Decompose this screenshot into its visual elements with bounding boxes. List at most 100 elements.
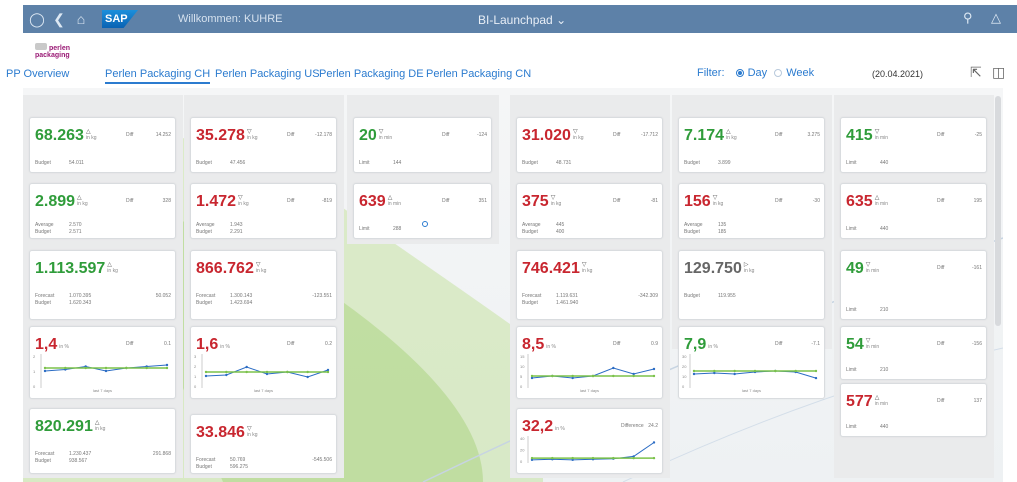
home-icon[interactable]: ⌂ [70, 9, 92, 29]
tab-perlen-packaging-de[interactable]: Perlen Packaging DE [319, 68, 424, 80]
kpi-value-text: 35.278 [196, 127, 245, 144]
kpi-tile[interactable]: 68.263 △ in kg Diff 14.252 Budget 54.011 [29, 117, 176, 173]
kpi-unit: in % [220, 338, 230, 350]
unit-label: in min [874, 401, 889, 407]
diff-value: -12.178 [315, 132, 332, 138]
kpi-value: 156 ▽ in kg [684, 193, 723, 211]
kpi-unit: ▽ in kg [247, 426, 258, 438]
kpi-tile[interactable]: 7,9 in % Diff -7.1 30 20 10 0 last 7 days [678, 326, 825, 399]
kpi-tile[interactable]: 746.421 ▽ in kg Forecast 1.119.631 Budget 1.46… [516, 250, 663, 320]
kpi-tile[interactable]: 49 ▽ in min Diff -161 Limit 210 [840, 250, 987, 320]
kpi-tile[interactable]: 1.113.597 △ in kg Forecast 1.070.395 Budget 1.… [29, 250, 176, 320]
kpi-tile[interactable]: 7.174 △ in kg Diff 3.275 Budget 3.899 [678, 117, 825, 173]
kpi-unit: ▽ in min [866, 262, 879, 274]
trend-chart: 2 1 0 last 7 days [33, 354, 172, 393]
budget-row: Budget 47.456 [196, 160, 245, 166]
kpi-tile[interactable]: 35.278 ▽ in kg Diff -12.178 Budget 47.456 [190, 117, 337, 173]
data-point [165, 363, 169, 367]
row-label: Budget [522, 160, 538, 166]
diff-label: Diff [287, 341, 295, 347]
kpi-tile[interactable]: 1,4 in % Diff 0.1 2 1 0 last 7 days [29, 326, 176, 399]
kpi-tile[interactable]: 1.472 ▽ in kg Diff -819 Average 1.943 Budget 2.2… [190, 183, 337, 239]
kpi-tile[interactable]: 32,2 in % Difference 24.2 40 20 0 [516, 408, 663, 474]
x-axis-label: last 7 days [741, 388, 762, 393]
diff-label: Diff [613, 132, 621, 138]
kpi-unit: in % [555, 420, 565, 432]
tab-perlen-packaging-ch[interactable]: Perlen Packaging CH [105, 68, 211, 84]
kpi-tile[interactable]: 639 △ in min Diff 351 Limit 288 [353, 183, 492, 239]
line-chart: 151050 [520, 354, 656, 389]
tab-perlen-packaging-us[interactable]: Perlen Packaging US [215, 68, 320, 80]
kpi-tile[interactable]: 1,6 in % Diff 0.2 3 2 1 0 last 7 days [190, 326, 337, 399]
kpi-tile[interactable]: 54 ▽ in min Diff -156 Limit 210 [840, 326, 987, 380]
row-value: 2.570 [69, 222, 82, 228]
row-label: Limit [846, 424, 857, 430]
row-label: Limit [846, 307, 857, 313]
day-label[interactable]: Day [748, 67, 768, 79]
week-label[interactable]: Week [786, 67, 814, 79]
kpi-unit: △ in min [875, 395, 888, 407]
search-icon[interactable]: ⚲ [963, 10, 973, 26]
kpi-unit: ▽ in kg [238, 195, 249, 207]
sap-logo: SAP [102, 10, 138, 28]
kpi-unit: ▽ in min [379, 129, 392, 141]
kpi-value-text: 129.750 [684, 260, 742, 277]
kpi-tile[interactable]: 375 ▽ in kg Diff -81 Average 445 Budget 400 [516, 183, 663, 239]
row-label: Average [35, 222, 54, 228]
data-point [774, 369, 777, 373]
kpi-tile[interactable]: 2.899 △ in kg Diff 328 Average 2.570 Budget 2.57… [29, 183, 176, 239]
kpi-tile[interactable]: 8,5 in % Diff 0.9 15 10 5 0 last 7 days [516, 326, 663, 399]
data-point [245, 370, 248, 374]
kpi-unit: ▽ in kg [582, 262, 593, 274]
kpi-value: 820.291 △ in kg [35, 418, 105, 436]
budget-row: Budget 185 [684, 229, 726, 235]
row-value: 1.119.631 [556, 293, 578, 299]
kpi-value-text: 33.846 [196, 424, 245, 441]
kpi-tile[interactable]: 820.291 △ in kg Forecast 1.230.437 Budget 938.… [29, 408, 176, 474]
scrollbar[interactable] [995, 96, 1001, 326]
diff-value: -819 [321, 198, 332, 204]
user-icon[interactable]: ◯ [26, 9, 48, 29]
tab-perlen-packaging-cn[interactable]: Perlen Packaging CN [426, 68, 531, 80]
kpi-tile[interactable]: 33.846 ▽ in kg Forecast 50.769 Budget 596.275 -… [190, 414, 337, 474]
row-value: 1.943 [230, 222, 243, 228]
y-tick-label: 40 [520, 436, 525, 441]
kpi-tile[interactable]: 31.020 ▽ in kg Diff -17.712 Budget 48.731 [516, 117, 663, 173]
kpi-tile[interactable]: 129.750 ▷ in kg Budget 119.955 [678, 250, 825, 320]
forecast-diff: 50.052 [155, 293, 171, 299]
notification-icon[interactable]: △ [991, 10, 1001, 26]
kpi-unit: in % [59, 338, 69, 350]
kpi-tile[interactable]: 20 ▽ in min Diff -124 Limit 144 [353, 117, 492, 173]
app-title[interactable]: BI-Launchpad ⌄ [478, 13, 566, 27]
back-icon[interactable]: ❮ [48, 9, 70, 29]
limit-row: Limit 440 [846, 226, 888, 232]
kpi-value: 68.263 △ in kg [35, 127, 97, 145]
budget-row: Budget 1.423.694 [196, 300, 252, 306]
kpi-tile[interactable]: 866.762 ▽ in kg Forecast 1.300.143 Budget 1.42… [190, 250, 337, 320]
kpi-tile[interactable]: 415 ▽ in min Diff -25 Limit 440 [840, 117, 987, 173]
week-radio[interactable] [774, 69, 783, 78]
kpi-tile[interactable]: 156 ▽ in kg Diff -30 Average 135 Budget 185 [678, 183, 825, 239]
data-point [571, 374, 574, 378]
kpi-tile[interactable]: 577 △ in min Diff 137 Limit 440 [840, 383, 987, 437]
row-value: 440 [880, 226, 889, 232]
data-point [692, 372, 696, 376]
kpi-value-text: 577 [846, 393, 873, 410]
kpi-tile[interactable]: 635 △ in min Diff 195 Limit 440 [840, 183, 987, 239]
export-icon[interactable]: ⇱ [970, 64, 982, 81]
data-point [612, 456, 615, 460]
limit-row: Limit 440 [846, 424, 888, 430]
kpi-value-text: 1.113.597 [35, 260, 106, 277]
unit-label: in kg [246, 135, 258, 141]
diff-value: 137 [973, 398, 982, 404]
print-icon[interactable]: ◫ [992, 64, 1005, 81]
kpi-value: 577 △ in min [846, 393, 888, 411]
kpi-unit: ▽ in kg [713, 195, 724, 207]
data-point [632, 374, 635, 378]
filter-label: Filter: [697, 67, 725, 79]
data-point [632, 456, 635, 460]
row-label: Forecast [196, 293, 216, 299]
kpi-value: 746.421 ▽ in kg [522, 260, 592, 278]
tab-pp-overview[interactable]: PP Overview [6, 68, 69, 80]
day-radio[interactable] [735, 69, 744, 78]
